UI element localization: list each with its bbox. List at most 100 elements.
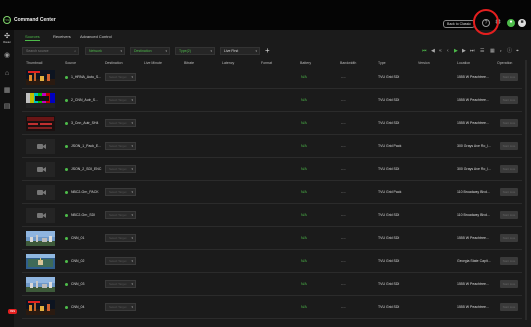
info-icon[interactable]: ⓘ bbox=[507, 47, 512, 55]
type-value: TVU Grid Pack bbox=[378, 190, 402, 194]
start-live-button[interactable]: Start Live bbox=[500, 280, 518, 288]
column-header[interactable]: Location bbox=[457, 60, 470, 66]
source-thumbnail[interactable] bbox=[26, 116, 55, 131]
table-row[interactable]: NBC2-Grn_PACK Select Target ▾ N/A ---- TVU Gr… bbox=[22, 182, 522, 204]
column-header[interactable]: Latency bbox=[222, 60, 234, 66]
chevron-down-icon[interactable]: ▾ bbox=[500, 47, 502, 55]
rewind-icon[interactable]: « bbox=[439, 47, 442, 55]
type-value: TVU Grid SDI bbox=[378, 121, 400, 125]
start-live-button[interactable]: Start Live bbox=[500, 165, 518, 173]
start-live-button[interactable]: Start Live bbox=[500, 211, 518, 219]
destination-select[interactable]: Destination ▾ bbox=[130, 47, 170, 55]
location-value: 1555 W Peachtree... bbox=[457, 98, 489, 102]
search-input[interactable]: Search source ⌕ bbox=[22, 47, 79, 55]
add-filter-button[interactable]: + bbox=[265, 46, 270, 55]
column-header[interactable]: Live Minute bbox=[144, 60, 162, 66]
home-icon: ⌂ bbox=[4, 70, 10, 77]
destination-select[interactable]: Select Target ▾ bbox=[105, 303, 136, 311]
battery-value: N/A bbox=[301, 167, 307, 171]
column-header[interactable]: Format bbox=[261, 60, 272, 66]
battery-value: N/A bbox=[301, 98, 307, 102]
network-select[interactable]: Network ▾ bbox=[85, 47, 125, 55]
destination-select[interactable]: Select Target ▾ bbox=[105, 280, 136, 288]
sidebar-item-router[interactable]: ✣ Router bbox=[0, 33, 14, 44]
play-icon[interactable]: ▶ bbox=[454, 47, 458, 55]
destination-select[interactable]: Select Target ▾ bbox=[105, 73, 136, 81]
source-thumbnail[interactable] bbox=[26, 162, 55, 177]
prev-page-icon[interactable]: ◀ bbox=[431, 47, 435, 55]
online-status-icon bbox=[65, 168, 68, 171]
column-header[interactable]: Bitrate bbox=[184, 60, 194, 66]
notification-icon[interactable]: ■ bbox=[518, 19, 526, 27]
source-thumbnail[interactable] bbox=[26, 139, 55, 154]
column-header[interactable]: Version bbox=[418, 60, 430, 66]
source-thumbnail[interactable] bbox=[26, 231, 55, 246]
table-row[interactable]: 3_Cnn_Autr_SH4 Select Target ▾ N/A ---- TVU G… bbox=[22, 113, 522, 135]
source-thumbnail[interactable] bbox=[26, 254, 55, 269]
table-row[interactable]: CNN_04 Select Target ▾ N/A ---- TVU Grid SDI 1… bbox=[22, 297, 522, 319]
source-thumbnail[interactable] bbox=[26, 300, 55, 315]
table-row[interactable]: NBC2-Grn_SDI Select Target ▾ N/A ---- TVU Gri… bbox=[22, 205, 522, 227]
tab-advanced-control[interactable]: Advanced Control bbox=[80, 34, 112, 40]
start-live-button[interactable]: Start Live bbox=[500, 234, 518, 242]
destination-select[interactable]: Select Target ▾ bbox=[105, 165, 136, 173]
column-header[interactable]: Thumbnail bbox=[26, 60, 42, 66]
type-select[interactable]: Type(2) ▾ bbox=[175, 47, 215, 55]
destination-select[interactable]: Select Target ▾ bbox=[105, 142, 136, 150]
table-row[interactable]: JSON_1_Pack_E... Select Target ▾ N/A ---- TVU… bbox=[22, 136, 522, 158]
column-header[interactable]: Destination bbox=[105, 60, 123, 66]
sort-select[interactable]: Live First ▾ bbox=[220, 47, 260, 55]
location-value: 1555 W Peachtree... bbox=[457, 236, 489, 240]
destination-select[interactable]: Select Target ▾ bbox=[105, 188, 136, 196]
start-live-button[interactable]: Start Live bbox=[500, 96, 518, 104]
sidebar-item-grid[interactable]: ▦ bbox=[0, 87, 14, 95]
source-thumbnail[interactable] bbox=[26, 185, 55, 200]
source-thumbnail[interactable] bbox=[26, 93, 55, 108]
source-thumbnail[interactable] bbox=[26, 277, 55, 292]
column-header[interactable]: Type bbox=[378, 60, 386, 66]
sidebar-item-list[interactable]: ▤ bbox=[0, 103, 14, 111]
start-live-button[interactable]: Start Live bbox=[500, 73, 518, 81]
source-thumbnail[interactable] bbox=[26, 208, 55, 223]
sidebar-item-home[interactable]: ⌂ bbox=[0, 70, 14, 78]
column-header[interactable]: Operation bbox=[497, 60, 512, 66]
table-row[interactable]: JSON_2_SDI_ENC Select Target ▾ N/A ---- TVU G… bbox=[22, 159, 522, 181]
destination-select[interactable]: Select Target ▾ bbox=[105, 119, 136, 127]
next-page-icon[interactable]: ▶ bbox=[462, 47, 466, 55]
destination-select[interactable]: Select Target ▾ bbox=[105, 234, 136, 242]
tab-receivers[interactable]: Receivers bbox=[53, 34, 71, 40]
back-icon[interactable]: ‹ bbox=[447, 47, 449, 55]
battery-value: N/A bbox=[301, 121, 307, 125]
list-view-icon[interactable]: ☰ bbox=[480, 47, 484, 55]
column-header[interactable]: Battery bbox=[300, 60, 311, 66]
column-header[interactable]: Bandwidth bbox=[340, 60, 356, 66]
table-row[interactable]: CNN_03 Select Target ▾ N/A ---- TVU Grid SDI 1… bbox=[22, 274, 522, 296]
start-live-button[interactable]: Start Live bbox=[500, 257, 518, 265]
last-page-icon[interactable]: ⏭ bbox=[470, 47, 475, 55]
table-row[interactable]: 1_HRNA_Autu_S... Select Target ▾ N/A ---- TVU… bbox=[22, 67, 522, 89]
start-live-button[interactable]: Start Live bbox=[500, 119, 518, 127]
scrollbar[interactable] bbox=[525, 60, 527, 320]
table-row[interactable]: CNN_02 Select Target ▾ N/A ---- TVU Grid SDI G… bbox=[22, 251, 522, 273]
bandwidth-value: ---- bbox=[341, 282, 346, 286]
chevron-down-icon: ▾ bbox=[131, 144, 133, 148]
sidebar-item-camera[interactable]: ◉ bbox=[0, 52, 14, 60]
user-icon[interactable]: ● bbox=[507, 19, 515, 27]
first-page-icon[interactable]: ⏮ bbox=[422, 47, 427, 55]
grid-view-icon[interactable]: ▦ bbox=[490, 47, 495, 55]
table-row[interactable]: CNN_01 Select Target ▾ N/A ---- TVU Grid SDI 1… bbox=[22, 228, 522, 250]
battery-value: N/A bbox=[301, 236, 307, 240]
start-live-button[interactable]: Start Live bbox=[500, 303, 518, 311]
start-live-button[interactable]: Start Live bbox=[500, 142, 518, 150]
target-icon[interactable]: ⌖ bbox=[516, 47, 519, 55]
back-to-classic-button[interactable]: Back to Classic bbox=[443, 20, 475, 28]
destination-select[interactable]: Select Target ▾ bbox=[105, 257, 136, 265]
chevron-down-icon: ▾ bbox=[131, 259, 133, 263]
source-thumbnail[interactable] bbox=[26, 70, 55, 85]
column-header[interactable]: Source bbox=[65, 60, 76, 66]
tab-sources[interactable]: Sources bbox=[25, 34, 40, 41]
table-row[interactable]: 2_CNN_Autr_S... Select Target ▾ N/A ---- TVU … bbox=[22, 90, 522, 112]
destination-select[interactable]: Select Target ▾ bbox=[105, 96, 136, 104]
destination-select[interactable]: Select Target ▾ bbox=[105, 211, 136, 219]
start-live-button[interactable]: Start Live bbox=[500, 188, 518, 196]
